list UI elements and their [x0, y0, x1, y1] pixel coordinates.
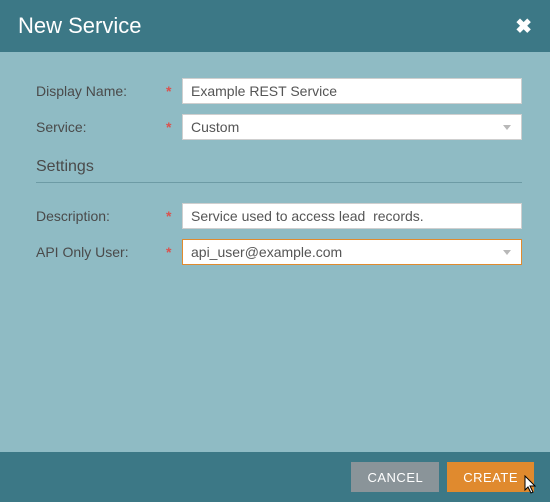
service-select-value: Custom — [191, 119, 239, 135]
label-description: Description: — [36, 208, 166, 224]
dialog-title: New Service — [18, 13, 141, 39]
new-service-dialog: New Service ✖ Display Name: * Service: *… — [0, 0, 550, 502]
row-description: Description: * — [36, 203, 522, 229]
create-button[interactable]: CREATE — [447, 462, 534, 492]
chevron-down-icon — [503, 125, 511, 130]
required-marker: * — [166, 208, 182, 224]
description-input[interactable] — [182, 203, 522, 229]
label-api-user: API Only User: — [36, 244, 166, 260]
settings-section: Settings — [36, 158, 522, 183]
chevron-down-icon — [503, 250, 511, 255]
service-select[interactable]: Custom — [182, 114, 522, 140]
cancel-button[interactable]: CANCEL — [351, 462, 439, 492]
label-service: Service: — [36, 119, 166, 135]
settings-heading: Settings — [36, 158, 522, 183]
close-icon[interactable]: ✖ — [515, 14, 532, 39]
dialog-body: Display Name: * Service: * Custom Settin… — [0, 52, 550, 452]
required-marker: * — [166, 83, 182, 99]
cursor-icon — [522, 475, 540, 500]
api-user-select-value: api_user@example.com — [191, 244, 342, 260]
display-name-input[interactable] — [182, 78, 522, 104]
titlebar: New Service ✖ — [0, 0, 550, 52]
row-api-user: API Only User: * api_user@example.com — [36, 239, 522, 265]
row-display-name: Display Name: * — [36, 78, 522, 104]
required-marker: * — [166, 119, 182, 135]
row-service: Service: * Custom — [36, 114, 522, 140]
api-user-select[interactable]: api_user@example.com — [182, 239, 522, 265]
dialog-footer: CANCEL CREATE — [0, 452, 550, 502]
create-button-label: CREATE — [463, 470, 518, 485]
label-display-name: Display Name: — [36, 83, 166, 99]
required-marker: * — [166, 244, 182, 260]
